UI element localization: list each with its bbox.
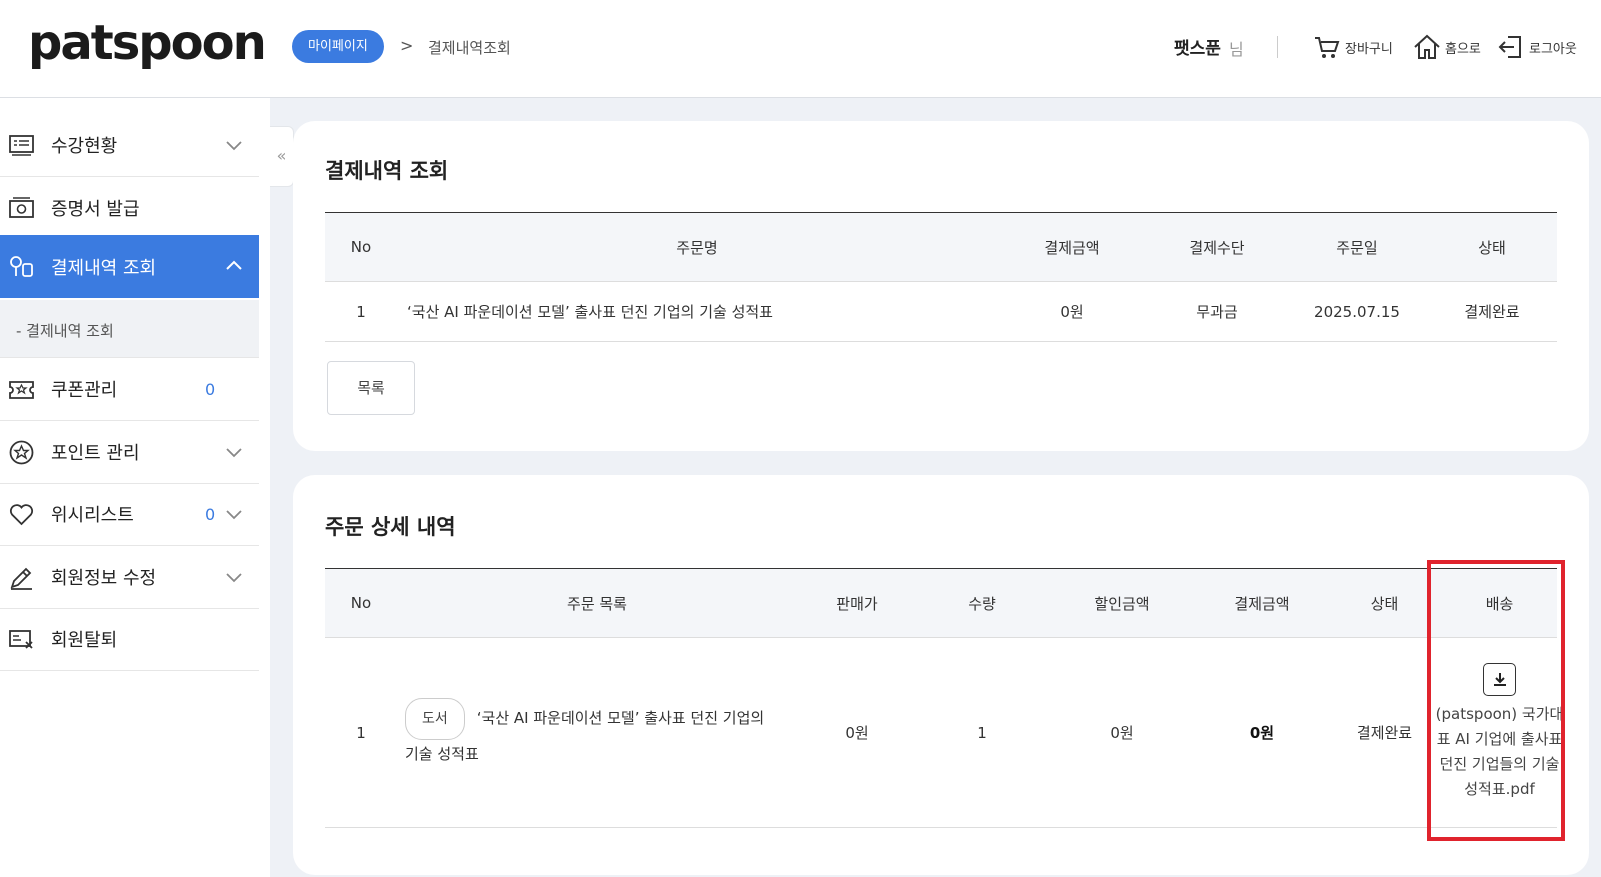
- sidebar: 수강현황 증명서 발급 결제내역 조회 - 결제내역 조회 쿠폰관리 0 포인트…: [0, 98, 270, 877]
- point-icon: [9, 440, 34, 465]
- sidebar-item-certificate[interactable]: 증명서 발급: [0, 177, 259, 240]
- download-icon: [1493, 672, 1506, 686]
- id-card-icon: [9, 630, 33, 649]
- logout-icon: [1498, 36, 1521, 58]
- col-amount: 결제금액: [1044, 238, 1100, 257]
- payment-icon: [10, 256, 33, 277]
- sidebar-collapse-button[interactable]: «: [270, 126, 294, 187]
- cart-label: 장바구니: [1345, 41, 1393, 57]
- row-method: 무과금: [1196, 303, 1238, 321]
- col-qty: 수량: [968, 594, 996, 613]
- breadcrumb-separator: >: [400, 36, 414, 55]
- row-paid: 0원: [1249, 724, 1275, 742]
- row-date: 2025.07.15: [1314, 302, 1400, 321]
- header-divider: [1277, 36, 1278, 58]
- sidebar-subitem-label: - 결제내역 조회: [16, 322, 114, 340]
- monitor-list-icon: [9, 135, 34, 156]
- table-row[interactable]: 1 도서 ‘국산 AI 파운데이션 모델’ 출사표 던진 기업의 기술 성적표 0…: [325, 638, 1563, 828]
- heart-icon: [9, 504, 34, 526]
- row-price: 0원: [845, 724, 869, 742]
- header: patspoon 마이페이지 > 결제내역조회 팻스푼 님 장바구니 홈으로 로…: [0, 0, 1601, 98]
- home-label: 홈으로: [1445, 41, 1481, 57]
- col-method: 결제수단: [1189, 238, 1245, 257]
- logo[interactable]: patspoon: [28, 8, 267, 78]
- payment-history-card: 결제내역 조회 No 주문명 결제금액 결제수단 주문일 상태 1 ‘국산 AI…: [293, 121, 1589, 451]
- sidebar-item-label: 포인트 관리: [51, 443, 140, 464]
- col-status: 상태: [1478, 238, 1506, 257]
- certificate-icon: [9, 197, 34, 218]
- sidebar-subitem-payment-history[interactable]: - 결제내역 조회: [0, 300, 259, 358]
- sidebar-item-label: 수강현황: [51, 136, 118, 157]
- sidebar-item-label: 쿠폰관리: [51, 380, 118, 401]
- sidebar-item-payment[interactable]: 결제내역 조회: [0, 235, 259, 298]
- sidebar-item-edit-profile[interactable]: 회원정보 수정: [0, 546, 259, 609]
- row-amount: 0원: [1060, 303, 1084, 321]
- sidebar-item-coupon[interactable]: 쿠폰관리 0: [0, 358, 259, 421]
- col-order-items: 주문 목록: [567, 594, 627, 613]
- sidebar-item-label: 증명서 발급: [51, 199, 140, 220]
- row-order-name[interactable]: ‘국산 AI 파운데이션 모델’ 출사표 던진 기업의 기술 성적표: [407, 282, 997, 341]
- home-link[interactable]: 홈으로: [1412, 32, 1481, 62]
- cart-link[interactable]: 장바구니: [1312, 32, 1393, 62]
- col-date: 주문일: [1336, 238, 1378, 257]
- home-icon: [1414, 34, 1440, 59]
- col-no: No: [350, 594, 372, 612]
- row-status: 결제완료: [1356, 724, 1413, 742]
- row-no: 1: [356, 723, 366, 742]
- cart-icon: [1315, 37, 1340, 58]
- sidebar-item-withdraw[interactable]: 회원탈퇴: [0, 608, 259, 671]
- sidebar-item-label: 회원정보 수정: [51, 568, 157, 589]
- row-qty: 1: [977, 723, 987, 742]
- row-order-item: 도서 ‘국산 AI 파운데이션 모델’ 출사표 던진 기업의 기술 성적표: [405, 638, 765, 827]
- col-status: 상태: [1370, 594, 1399, 613]
- pencil-icon: [10, 567, 32, 590]
- sidebar-item-courses[interactable]: 수강현황: [0, 114, 259, 177]
- wishlist-count: 0: [205, 504, 216, 524]
- breadcrumb-current: 결제내역조회: [428, 39, 511, 57]
- user-suffix: 님: [1229, 40, 1244, 59]
- sidebar-item-points[interactable]: 포인트 관리: [0, 421, 259, 484]
- download-button[interactable]: [1483, 663, 1516, 696]
- sidebar-item-label: 결제내역 조회: [51, 257, 157, 279]
- row-status: 결제완료: [1464, 303, 1520, 321]
- detail-table-header: No 주문 목록 판매가 수량 할인금액 결제금액 상태 배송: [325, 568, 1557, 638]
- chevron-down-icon: [226, 141, 242, 151]
- row-discount: 0원: [1110, 724, 1134, 742]
- list-button[interactable]: 목록: [327, 361, 415, 415]
- row-no: 1: [356, 302, 366, 321]
- row-delivery: (patspoon) 국가대표 AI 기업에 출사표 던진 기업들의 기술 성적…: [1436, 638, 1563, 827]
- sidebar-item-wishlist[interactable]: 위시리스트 0: [0, 483, 259, 546]
- logout-link[interactable]: 로그아웃: [1496, 32, 1577, 62]
- detail-title: 주문 상세 내역: [325, 515, 456, 539]
- coupon-count: 0: [205, 379, 216, 399]
- category-tag: 도서: [405, 697, 465, 740]
- breadcrumb-mypage[interactable]: 마이페이지: [292, 30, 384, 63]
- col-discount: 할인금액: [1094, 594, 1150, 613]
- chevron-down-icon: [226, 510, 242, 520]
- col-order-name: 주문명: [676, 238, 718, 257]
- user-name: 팻스푼: [1174, 39, 1221, 59]
- coupon-icon: [9, 381, 34, 399]
- chevron-down-icon: [226, 448, 242, 458]
- sidebar-item-label: 위시리스트: [51, 505, 134, 526]
- download-file-name[interactable]: (patspoon) 국가대표 AI 기업에 출사표 던진 기업들의 기술 성적…: [1435, 702, 1565, 802]
- logout-label: 로그아웃: [1529, 41, 1577, 57]
- chevron-up-icon: [226, 260, 242, 270]
- col-no: No: [350, 238, 372, 256]
- col-price: 판매가: [836, 594, 878, 613]
- chevron-down-icon: [226, 573, 242, 583]
- order-detail-card: 주문 상세 내역 No 주문 목록 판매가 수량 할인금액 결제금액 상태 배송…: [293, 475, 1589, 875]
- col-delivery: 배송: [1485, 594, 1514, 613]
- sidebar-item-label: 회원탈퇴: [51, 630, 118, 651]
- payment-title: 결제내역 조회: [325, 159, 449, 183]
- col-paid: 결제금액: [1234, 594, 1290, 613]
- table-row[interactable]: 1 ‘국산 AI 파운데이션 모델’ 출사표 던진 기업의 기술 성적표 0원 …: [325, 282, 1557, 342]
- payment-table-header: No 주문명 결제금액 결제수단 주문일 상태: [325, 212, 1557, 282]
